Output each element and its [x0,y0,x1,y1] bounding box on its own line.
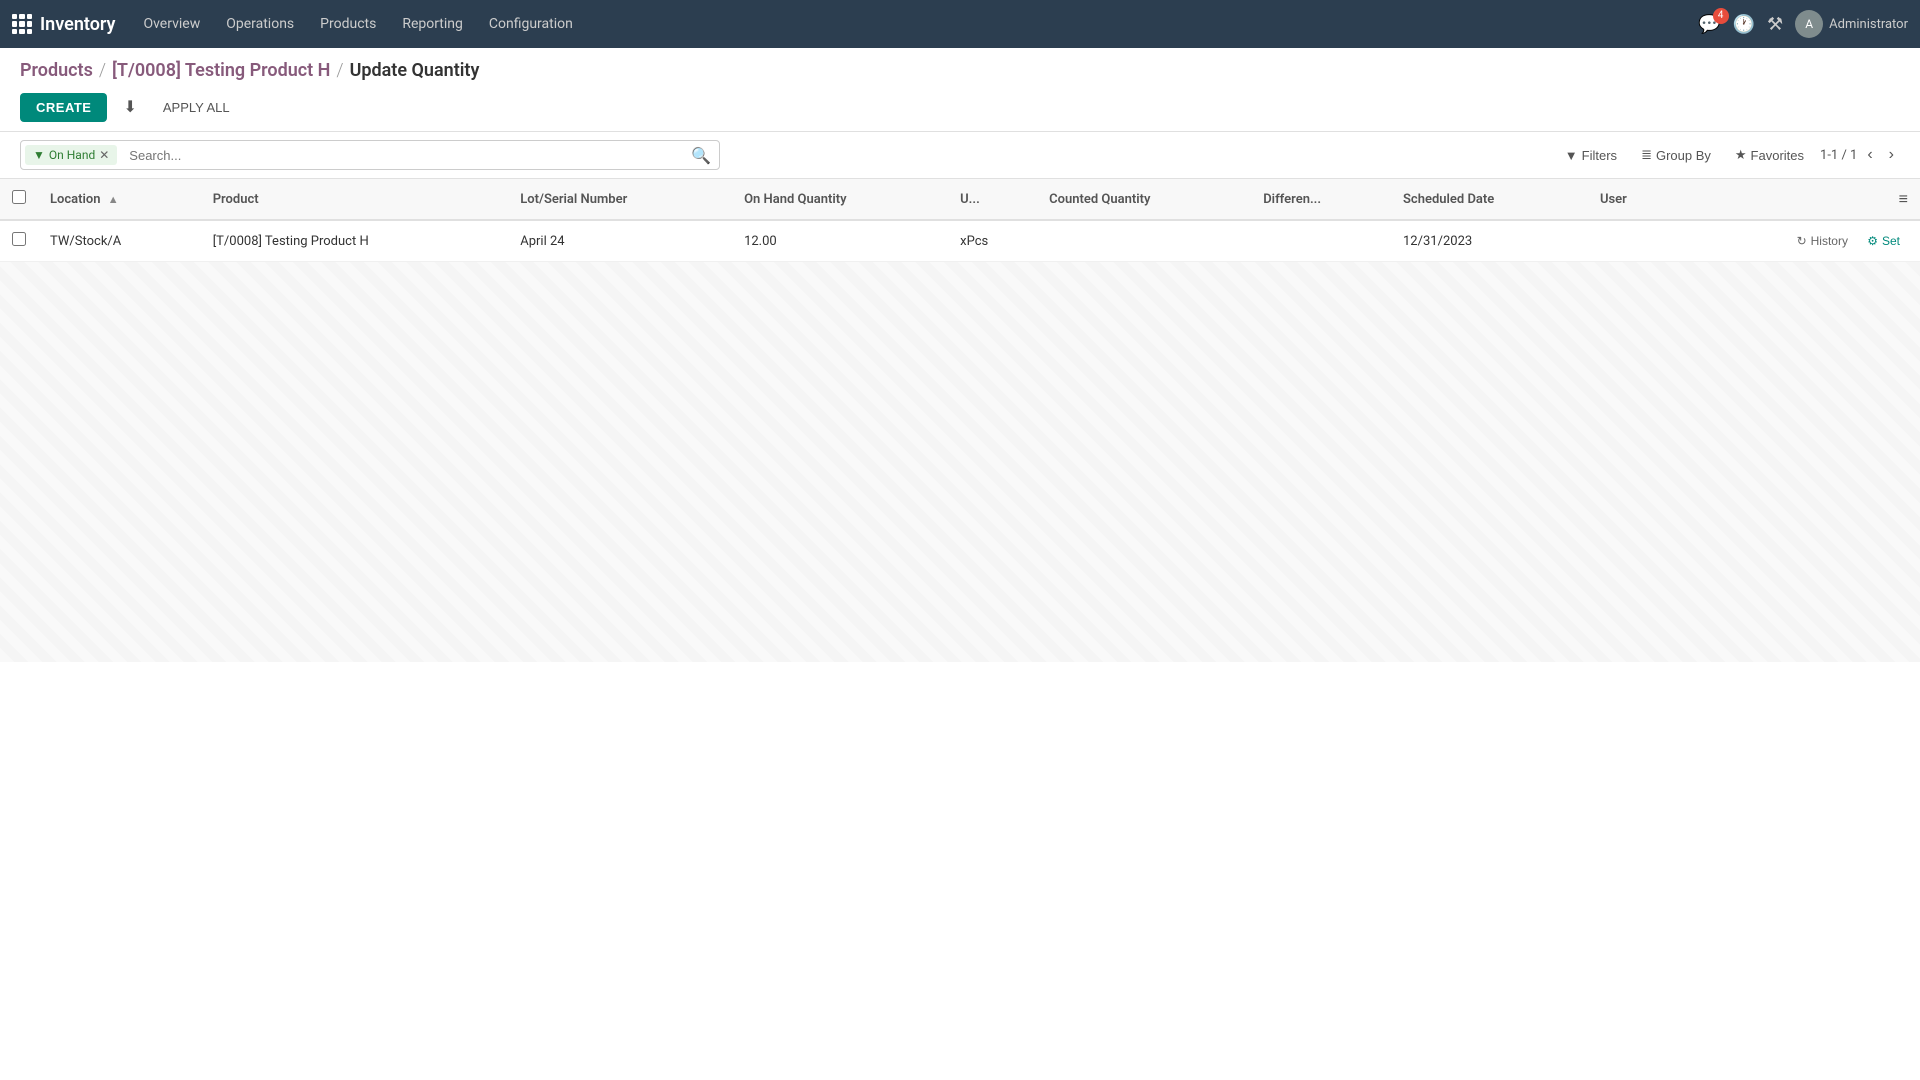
group-by-button[interactable]: ≣ Group By [1633,142,1719,168]
breadcrumb-sep-2: / [336,60,343,81]
pagination: 1-1 / 1 ‹ › [1820,142,1900,168]
notification-badge: 4 [1713,8,1729,24]
topnav-menu: Overview Operations Products Reporting C… [131,10,1694,38]
col-diff[interactable]: Differen... [1251,179,1391,220]
table-container: Location ▲ Product Lot/Serial Number On … [0,179,1920,262]
group-by-label: Group By [1656,148,1711,163]
select-all-checkbox[interactable] [12,190,26,204]
col-location-label: Location [50,192,101,207]
search-input[interactable] [121,142,683,169]
history-button[interactable]: ↻ History [1789,231,1856,251]
filter-icon: ▼ [33,148,45,162]
col-product[interactable]: Product [201,179,509,220]
col-uom-label: U... [960,192,980,207]
col-counted-label: Counted Quantity [1049,192,1150,207]
col-lot[interactable]: Lot/Serial Number [508,179,732,220]
col-location[interactable]: Location ▲ [38,179,201,220]
content-area: Products / [T/0008] Testing Product H / … [0,48,1920,1080]
nav-operations[interactable]: Operations [214,10,306,38]
col-product-label: Product [213,192,259,207]
history-icon: ↻ [1797,234,1807,248]
table-row[interactable]: TW/Stock/A [T/0008] Testing Product H Ap… [0,220,1920,262]
brand-label: Inventory [40,14,115,35]
create-button[interactable]: CREATE [20,93,107,122]
cell-actions: ↻ History ⚙ Set [1675,220,1920,262]
messages-icon-btn[interactable]: 💬 4 [1698,14,1720,35]
topnav: Inventory Overview Operations Products R… [0,0,1920,48]
col-lot-label: Lot/Serial Number [520,192,627,207]
sort-asc-icon: ▲ [108,193,119,206]
star-icon: ★ [1735,147,1747,163]
row-checkbox-cell[interactable] [0,220,38,262]
pagination-prev[interactable]: ‹ [1861,142,1878,168]
col-on-hand[interactable]: On Hand Quantity [732,179,948,220]
clock-icon: 🕐 [1733,14,1755,35]
col-on-hand-label: On Hand Quantity [744,192,846,207]
page-header: Products / [T/0008] Testing Product H / … [0,48,1920,132]
pagination-count: 1-1 / 1 [1820,148,1857,163]
cell-on-hand: 12.00 [732,220,948,262]
breadcrumb-current: Update Quantity [350,60,480,81]
settings-icon-btn[interactable]: ⚒ [1767,14,1783,35]
favorites-button[interactable]: ★ Favorites [1727,142,1812,168]
cell-uom: xPcs [948,220,1037,262]
pagination-next[interactable]: › [1883,142,1900,168]
toolbar: CREATE ⬇ APPLY ALL [20,91,1900,123]
filter-tag-label: On Hand [49,148,95,162]
filter-tag-remove[interactable]: ✕ [99,148,109,162]
table-header-row: Location ▲ Product Lot/Serial Number On … [0,179,1920,220]
cell-user [1588,220,1675,262]
cell-lot: April 24 [508,220,732,262]
filters-label: Filters [1582,148,1617,163]
cell-diff [1251,220,1391,262]
breadcrumb-products[interactable]: Products [20,60,93,81]
download-button[interactable]: ⬇ [115,91,144,123]
breadcrumb: Products / [T/0008] Testing Product H / … [20,60,1900,81]
set-button[interactable]: ⚙ Set [1859,231,1908,251]
inventory-table: Location ▲ Product Lot/Serial Number On … [0,179,1920,262]
topnav-actions: 💬 4 🕐 ⚒ A Administrator [1698,10,1908,38]
group-icon: ≣ [1641,147,1652,163]
breadcrumb-product-detail[interactable]: [T/0008] Testing Product H [112,60,330,81]
col-adjust[interactable]: ≡ [1675,179,1920,220]
col-user-label: User [1600,192,1627,207]
filters-button[interactable]: ▼ Filters [1557,143,1625,168]
history-label: History [1811,234,1848,248]
user-avatar: A [1795,10,1823,38]
row-checkbox[interactable] [12,232,26,246]
filter-funnel-icon: ▼ [1565,148,1578,163]
grid-icon [12,14,32,34]
breadcrumb-sep-1: / [99,60,106,81]
search-area: ▼ On Hand ✕ 🔍 ▼ Filters ≣ Group By ★ Fav… [0,132,1920,179]
filter-tag-on-hand[interactable]: ▼ On Hand ✕ [25,145,117,165]
favorites-label: Favorites [1751,148,1804,163]
user-label: Administrator [1829,17,1908,32]
brand-link[interactable]: Inventory [12,14,115,35]
nav-overview[interactable]: Overview [131,10,212,38]
clock-icon-btn[interactable]: 🕐 [1733,14,1755,35]
cell-product: [T/0008] Testing Product H [201,220,509,262]
select-all-cell[interactable] [0,179,38,220]
search-actions: ▼ Filters ≣ Group By ★ Favorites 1-1 / 1… [1557,142,1900,168]
cell-sched-date: 12/31/2023 [1391,220,1588,262]
user-menu[interactable]: A Administrator [1795,10,1908,38]
col-sched-date[interactable]: Scheduled Date [1391,179,1588,220]
col-uom[interactable]: U... [948,179,1037,220]
set-icon: ⚙ [1867,234,1878,248]
search-icon[interactable]: 🔍 [683,146,719,165]
set-label: Set [1882,234,1900,248]
wrench-icon: ⚒ [1767,14,1783,35]
col-sched-date-label: Scheduled Date [1403,192,1494,207]
col-user[interactable]: User [1588,179,1675,220]
nav-reporting[interactable]: Reporting [390,10,475,38]
apply-all-button[interactable]: APPLY ALL [153,94,240,121]
search-bar: ▼ On Hand ✕ 🔍 [20,140,720,170]
nav-products[interactable]: Products [308,10,388,38]
col-counted[interactable]: Counted Quantity [1037,179,1251,220]
empty-area [0,262,1920,662]
nav-configuration[interactable]: Configuration [477,10,585,38]
cell-location: TW/Stock/A [38,220,201,262]
col-diff-label: Differen... [1263,192,1321,207]
cell-counted [1037,220,1251,262]
